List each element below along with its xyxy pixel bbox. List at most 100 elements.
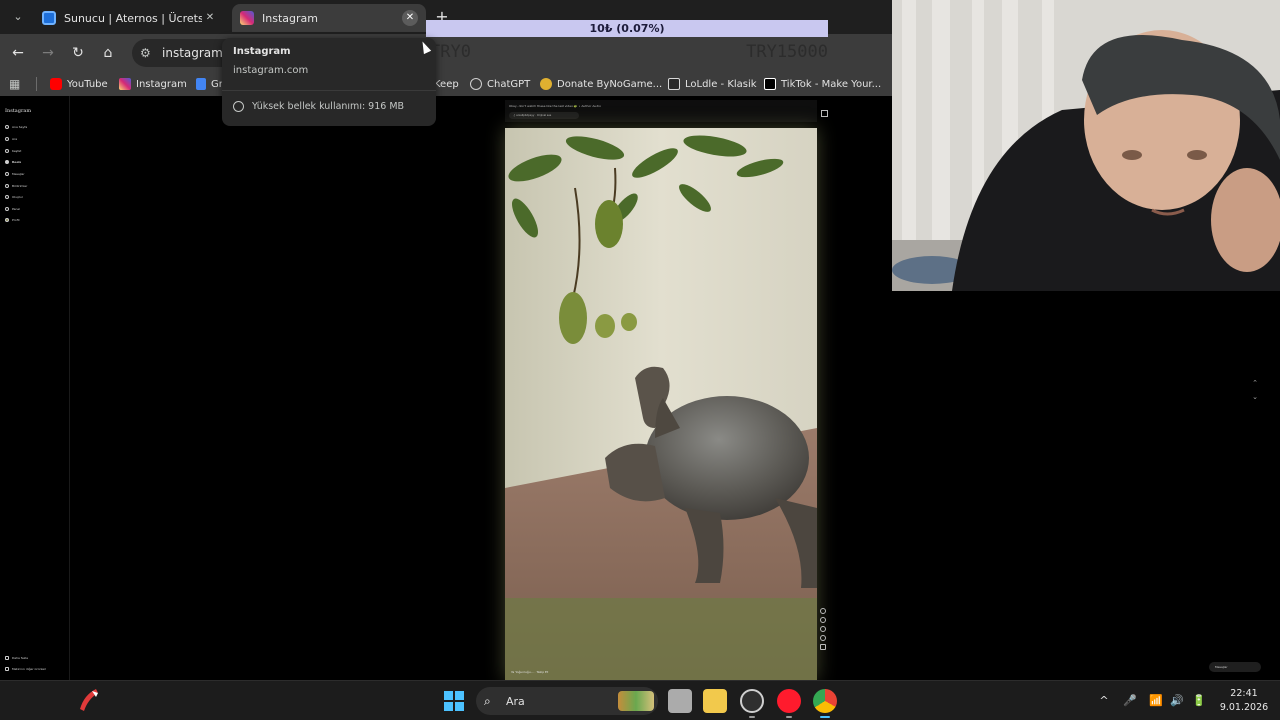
start-tile — [455, 691, 464, 700]
heart-icon — [5, 184, 9, 188]
ig-nav-label: Keşfet — [12, 149, 22, 153]
youtube-icon — [50, 78, 62, 90]
ig-nav-label: Daha fazla — [12, 656, 28, 660]
bookmark-loldle[interactable]: LoLdle - Klasik — [668, 76, 757, 92]
chrome-icon[interactable] — [813, 689, 837, 713]
memory-gauge-icon — [233, 101, 244, 112]
battery-icon[interactable]: 🔋 — [1191, 693, 1207, 709]
ig-nav-label: Profil — [12, 218, 20, 222]
bookmark-youtube[interactable]: YouTube — [50, 76, 108, 92]
home-button[interactable]: ⌂ — [98, 43, 118, 63]
bookmark-label: Keep — [434, 78, 459, 90]
back-button[interactable]: ← — [8, 43, 28, 63]
reel-video[interactable]: Ya Yoğunluğu... · Takip Et — [505, 128, 817, 680]
file-explorer-icon[interactable] — [703, 689, 727, 713]
instagram-icon — [119, 78, 131, 90]
bookmark-instagram[interactable]: Instagram — [119, 76, 187, 92]
share-icon[interactable] — [820, 626, 826, 632]
ig-nav-messages[interactable]: Mesajlar — [5, 171, 25, 177]
opera-icon[interactable] — [777, 689, 801, 713]
messages-icon — [5, 172, 9, 176]
taskbar-search[interactable]: ⌕ Ara — [476, 687, 658, 715]
webcam-illustration — [892, 0, 1280, 291]
clock-time: 22:41 — [1230, 688, 1258, 699]
forward-button[interactable]: → — [38, 43, 58, 63]
tab-instagram[interactable]: Instagram ✕ — [232, 4, 426, 32]
explore-icon — [5, 149, 9, 153]
meta-icon — [5, 667, 9, 671]
tab-close-icon[interactable]: ✕ — [402, 10, 418, 26]
reload-button[interactable]: ↻ — [68, 43, 88, 63]
clock[interactable]: 22:41 9.01.2026 — [1216, 687, 1272, 715]
ig-nav-search[interactable]: Ara — [5, 136, 17, 142]
scroll-down-button[interactable]: ⌄ — [1250, 392, 1260, 402]
running-indicator — [749, 716, 755, 718]
site-info-icon[interactable]: ⚙ — [140, 46, 156, 60]
ig-nav-dashboard[interactable]: Panel — [5, 206, 20, 212]
goal-min: TRY0 — [430, 42, 471, 62]
webcam-overlay — [892, 0, 1280, 291]
task-view-icon[interactable] — [668, 689, 692, 713]
ig-nav-label: Reels — [12, 160, 22, 164]
reel-actions — [820, 608, 828, 653]
ig-meta-products[interactable]: Meta'nın diğer ürünleri — [5, 667, 46, 671]
pen-app-icon[interactable] — [78, 687, 100, 713]
bookmark-bynogame[interactable]: Donate ByNoGame... — [540, 76, 662, 92]
scroll-up-button[interactable]: ⌃ — [1250, 378, 1260, 388]
start-tile — [444, 702, 453, 711]
bookmark-tiktok[interactable]: TikTok - Make Your... — [764, 76, 881, 92]
hovercard-memory: Yüksek bellek kullanımı: 916 MB — [233, 101, 404, 112]
windows-start-icon[interactable] — [444, 691, 464, 711]
donation-goal-row: TRY0 TRY15000 — [426, 42, 828, 64]
tray-overflow-icon[interactable]: ^ — [1096, 693, 1112, 709]
ig-nav-explore[interactable]: Keşfet — [5, 148, 21, 154]
wifi-icon[interactable]: 📶 — [1148, 693, 1164, 709]
save-icon[interactable] — [821, 110, 828, 117]
microphone-icon[interactable]: 🎤 — [1122, 693, 1138, 709]
bookmark-label: YouTube — [67, 78, 108, 90]
loldle-icon — [668, 78, 680, 90]
volume-icon[interactable]: 🔊 — [1169, 693, 1185, 709]
reel-audio-pill[interactable]: ♫ aniallpbdpeyy · Orijinal ses — [509, 112, 579, 119]
reel-frame-illustration — [505, 128, 817, 680]
hovercard-title: Instagram — [233, 46, 291, 57]
like-icon[interactable] — [820, 608, 826, 614]
apps-grid-icon[interactable]: ▦ — [9, 77, 23, 91]
more-icon[interactable] — [820, 635, 826, 641]
tab-search-icon[interactable]: ⌄ — [8, 7, 28, 27]
audio-icon[interactable] — [820, 644, 826, 650]
hovercard-url: instagram.com — [233, 65, 309, 76]
bookmark-label: LoLdle - Klasik — [685, 78, 757, 90]
taskbar: ⌕ Ara ^ 🎤 📶 🔊 🔋 22:41 9.01.2026 — [0, 680, 1280, 720]
ig-nav-notifications[interactable]: Bildirimler — [5, 183, 27, 189]
reel-caption: Ya Yoğunluğu... · Takip Et — [511, 670, 549, 674]
instagram-logo[interactable]: Instagram — [5, 108, 31, 114]
start-tile — [455, 702, 464, 711]
active-indicator — [820, 716, 830, 718]
ig-nav-label: Bildirimler — [12, 184, 28, 188]
instagram-page: Instagram Ana Sayfa Ara Keşfet Reels Mes… — [0, 96, 892, 680]
ig-more[interactable]: Daha fazla — [5, 656, 28, 660]
bookmark-gmail[interactable]: Gr — [196, 76, 223, 92]
ig-nav-create[interactable]: Oluştur — [5, 194, 23, 200]
bookmark-keep[interactable]: Keep — [434, 76, 459, 92]
start-tile — [444, 691, 453, 700]
ig-nav-label: Panel — [12, 207, 21, 211]
ig-nav-home[interactable]: Ana Sayfa — [5, 124, 27, 130]
ig-nav-label: Meta'nın diğer ürünleri — [12, 667, 47, 671]
comment-icon[interactable] — [820, 617, 826, 623]
tab-close-icon[interactable]: ✕ — [202, 10, 218, 26]
bookmark-chatgpt[interactable]: ChatGPT — [470, 76, 530, 92]
bookmark-label: Instagram — [136, 78, 187, 90]
steam-icon[interactable] — [740, 689, 764, 713]
plus-icon — [5, 195, 9, 199]
search-icon — [5, 137, 9, 141]
tiktok-icon — [764, 78, 776, 90]
tab-aternos[interactable]: Sunucu | Aternos | Ücretsiz Minecraft ✕ — [34, 4, 226, 32]
donation-ticker: 10₺ (0.07%) — [426, 20, 828, 37]
screen: ⌄ Sunucu | Aternos | Ücretsiz Minecraft … — [0, 0, 1280, 720]
aternos-favicon-icon — [42, 11, 56, 25]
ig-nav-reels[interactable]: Reels — [5, 159, 21, 165]
ig-nav-profile[interactable]: Profil — [5, 217, 19, 223]
messages-pill[interactable]: Mesajlar — [1209, 662, 1261, 672]
